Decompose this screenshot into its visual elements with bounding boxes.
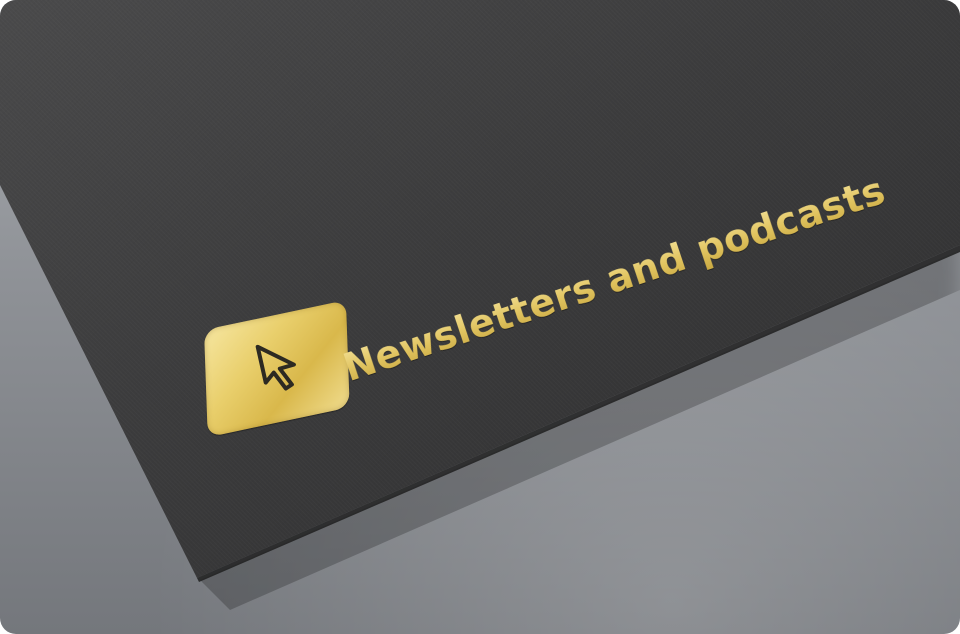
mockup-frame: Newsletters and podcasts	[0, 0, 960, 634]
logo-group: Newsletters and podcasts	[0, 0, 960, 634]
brand-name: Newsletters and podcasts	[338, 168, 891, 390]
cursor-arrow-icon	[255, 344, 296, 391]
logo-badge	[204, 300, 350, 438]
